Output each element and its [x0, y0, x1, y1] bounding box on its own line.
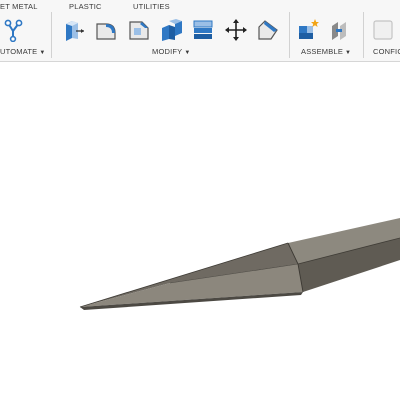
configure-button[interactable] — [370, 17, 396, 43]
divider — [363, 12, 364, 58]
automate-dropdown[interactable]: UTOMATE ▼ — [0, 47, 46, 56]
chamfer-button[interactable] — [126, 17, 152, 43]
fillet-button[interactable] — [93, 17, 119, 43]
new-component-icon — [299, 19, 319, 39]
tab-utilities[interactable]: UTILITIES — [133, 2, 170, 11]
move-button[interactable] — [223, 17, 249, 43]
3d-model — [79, 218, 400, 310]
press-pull-button[interactable] — [61, 17, 87, 43]
draft-button[interactable] — [255, 17, 281, 43]
fillet-icon — [96, 23, 116, 40]
configure-icon — [373, 20, 393, 40]
tab-sheet-metal[interactable]: ET METAL — [0, 2, 38, 11]
automate-icon — [4, 19, 23, 42]
joint-button[interactable] — [327, 17, 353, 43]
chevron-down-icon: ▼ — [345, 50, 352, 56]
divider — [51, 12, 52, 58]
modify-dropdown[interactable]: MODIFY ▼ — [152, 47, 191, 56]
configure-dropdown[interactable]: CONFIG — [373, 47, 400, 56]
divider — [289, 12, 290, 58]
assemble-dropdown[interactable]: ASSEMBLE ▼ — [301, 47, 351, 56]
new-component-button[interactable] — [295, 17, 321, 43]
combine-button[interactable] — [190, 17, 216, 43]
tab-plastic[interactable]: PLASTIC — [69, 2, 102, 11]
shell-button[interactable] — [158, 17, 184, 43]
canvas-viewport[interactable] — [0, 62, 400, 400]
shell-icon — [162, 19, 182, 41]
joint-icon — [332, 22, 346, 40]
move-icon — [225, 19, 247, 41]
chevron-down-icon: ▼ — [184, 50, 191, 56]
chevron-down-icon: ▼ — [39, 50, 46, 56]
toolbar: ET METAL PLASTIC UTILITIES UTOMATE ▼ MOD… — [0, 0, 400, 62]
press-pull-icon — [66, 21, 84, 41]
automate-button[interactable] — [1, 17, 27, 43]
chamfer-icon — [129, 21, 149, 40]
combine-icon — [193, 20, 213, 39]
draft-icon — [258, 20, 278, 40]
